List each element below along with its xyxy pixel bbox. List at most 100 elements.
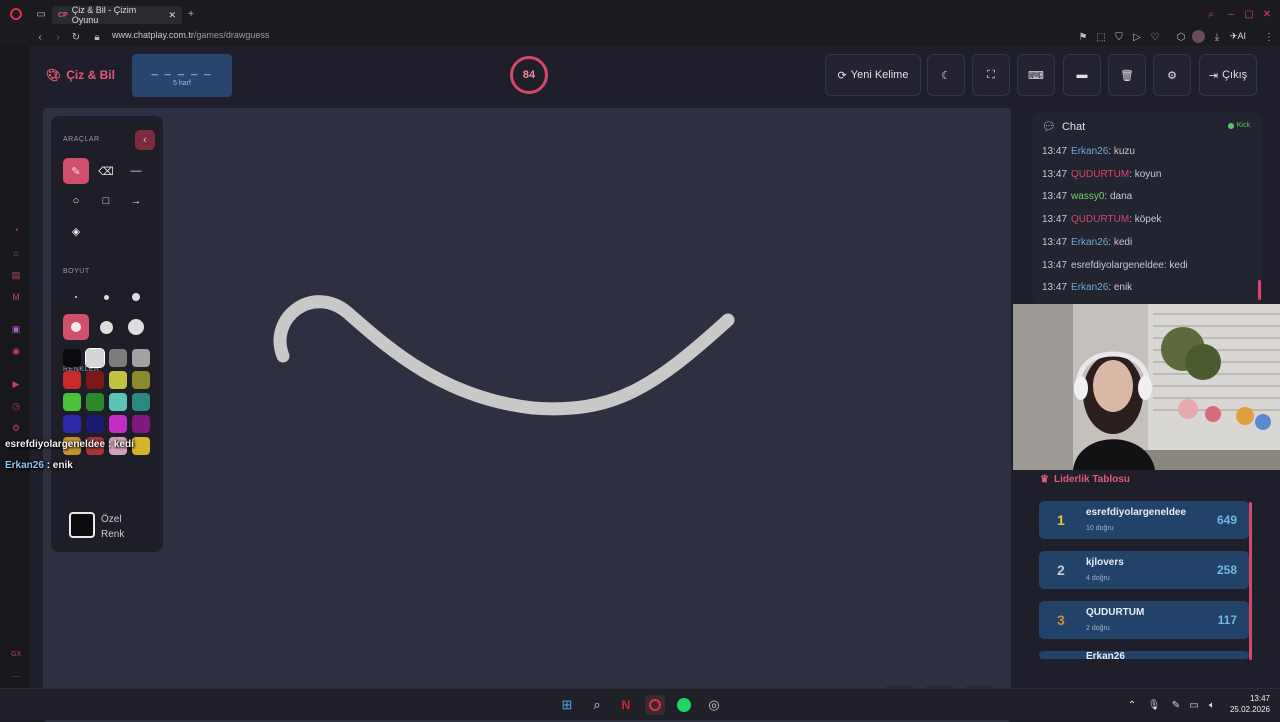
settings-button[interactable]: ⚙ [1153,54,1191,96]
spotify-icon[interactable] [674,695,694,715]
forward-icon[interactable]: › [51,30,65,44]
color-swatch[interactable] [86,415,104,433]
leaderboard-scrollbar[interactable] [1249,502,1252,660]
eraser-tool[interactable]: ⌫ [93,158,119,184]
exit-button[interactable]: ⇥ Çıkış [1199,54,1257,96]
drawing-canvas[interactable]: ↶ ↷ 🗑︎ [43,108,1011,722]
trash-icon: 🗑︎ [1120,69,1134,82]
play-icon[interactable]: ▷ [1130,30,1144,44]
extensions-icon[interactable]: ⬡ [1174,30,1188,44]
rectangle-tool[interactable]: □ [93,188,119,214]
snapshot-icon[interactable]: ⬚ [1094,30,1108,44]
color-swatch[interactable] [132,349,150,367]
reload-icon[interactable]: ↻ [69,30,83,44]
ai-button[interactable]: ✈AI [1230,31,1246,42]
circle-tool[interactable]: ○ [63,188,89,214]
color-swatch[interactable] [63,349,81,367]
network-icon[interactable]: ▭ [1184,695,1204,715]
color-swatch[interactable] [132,371,150,389]
dark-mode-button[interactable]: ☾ [927,54,965,96]
history-icon[interactable]: ◷ [10,400,22,412]
color-swatch[interactable] [109,371,127,389]
fullscreen-button[interactable]: ⛶ [972,54,1010,96]
close-window-icon[interactable]: ✕ [1260,7,1274,21]
new-tab-icon[interactable]: + [184,7,198,21]
color-swatch[interactable] [109,349,127,367]
chat-user[interactable]: Erkan26 [1071,282,1108,293]
size-option-m[interactable] [123,284,149,310]
settings-side-icon[interactable]: ⚙ [10,422,22,434]
size-option-s[interactable] [93,284,119,310]
kick-status: Kick [1227,122,1250,129]
chevron-up-icon[interactable]: ⌃ [1122,695,1142,715]
menu-icon[interactable]: ⋮ [1262,30,1276,44]
speed-dial-icon[interactable]: ◔ [10,224,22,236]
search-icon[interactable]: ⌕ [1204,7,1218,21]
size-option-xl[interactable] [93,314,119,340]
maximize-icon[interactable]: ▢ [1242,7,1256,21]
browser-tab[interactable]: CP Çiz & Bil - Çizim Oyunu ✕ [52,5,182,25]
chat-user[interactable]: wassy0 [1071,191,1104,202]
tab-manager-icon[interactable]: ▭ [34,7,48,21]
gx-icon[interactable]: GX [10,648,22,660]
volume-icon[interactable]: 🔈︎ [1202,695,1222,715]
url-field[interactable]: www.chatplay.com.tr/games/drawguess [112,30,269,40]
windows-start-icon[interactable]: ⊞ [557,695,577,715]
fill-tool[interactable]: ◈ [63,218,89,244]
microphone-icon[interactable]: 🎙︎ [1144,695,1164,715]
opera-gx-icon[interactable] [645,695,665,715]
color-swatch[interactable] [86,393,104,411]
more-icon[interactable]: … [10,668,22,680]
new-word-button[interactable]: ⟳ Yeni Kelime [825,54,921,96]
search-taskbar-icon[interactable]: ⌕ [587,695,607,715]
color-swatch[interactable] [132,437,150,455]
size-option-xs[interactable] [63,284,89,310]
color-swatch[interactable] [63,371,81,389]
color-swatch[interactable] [109,393,127,411]
keyboard-button[interactable]: ⌨ [1017,54,1055,96]
color-swatch[interactable] [85,348,105,368]
chat-user[interactable]: QUDURTUM [1071,169,1129,180]
color-swatch[interactable] [86,371,104,389]
bookmark-icon[interactable]: ⚑ [1076,30,1090,44]
music-icon[interactable]: ◉ [10,345,22,357]
tab-close-icon[interactable]: ✕ [168,10,176,21]
opera-logo-icon[interactable] [10,8,22,20]
minimize-icon[interactable]: – [1224,7,1238,21]
collapse-panel-button[interactable]: ‹ [135,130,155,150]
color-swatch[interactable] [109,415,127,433]
pen-icon[interactable]: ✎ [1166,695,1186,715]
chat-user[interactable]: QUDURTUM [1071,214,1129,225]
chat-user[interactable]: Erkan26 [1071,146,1108,157]
color-swatch[interactable] [132,415,150,433]
line-tool[interactable]: — [123,158,149,184]
netflix-icon[interactable]: N [616,695,636,715]
color-swatch[interactable] [63,415,81,433]
size-option-xxl[interactable] [123,314,149,340]
color-swatch[interactable] [63,393,81,411]
chat-user[interactable]: Erkan26 [1071,237,1108,248]
color-swatch[interactable] [132,393,150,411]
delete-button[interactable]: 🗑︎ [1108,54,1146,96]
messenger-icon[interactable]: ▤ [10,269,22,281]
profile-avatar[interactable] [1192,30,1205,43]
brush-tool[interactable]: ✎ [63,158,89,184]
app-icon[interactable]: ◎ [704,695,724,715]
player-icon[interactable]: ▶ [10,378,22,390]
ai-sidebar-icon[interactable]: ⌂ [10,247,22,259]
archive-button[interactable]: ▬ [1063,54,1101,96]
size-option-l[interactable] [63,314,89,340]
chat-user[interactable]: esrefdiyolargeneldee [1071,260,1164,271]
twitch-icon[interactable]: ▣ [10,323,22,335]
shield-icon[interactable]: ⛉ [1112,30,1126,44]
custom-color-button[interactable] [69,512,95,538]
chat-scrollbar[interactable] [1258,280,1261,300]
back-icon[interactable]: ‹ [33,30,47,44]
download-icon[interactable]: ⤓ [1210,30,1224,44]
heart-icon[interactable]: ♡ [1148,30,1162,44]
app-brand[interactable]: 🎨︎ Çiz & Bil [46,68,115,82]
mail-icon[interactable]: M [10,291,22,303]
leaderboard-row: 3 QUDURTUM 2 doğru 117 [1039,601,1249,639]
arrow-tool[interactable]: → [123,188,149,214]
clock[interactable]: 13:47 25.02.2026 [1226,693,1270,715]
